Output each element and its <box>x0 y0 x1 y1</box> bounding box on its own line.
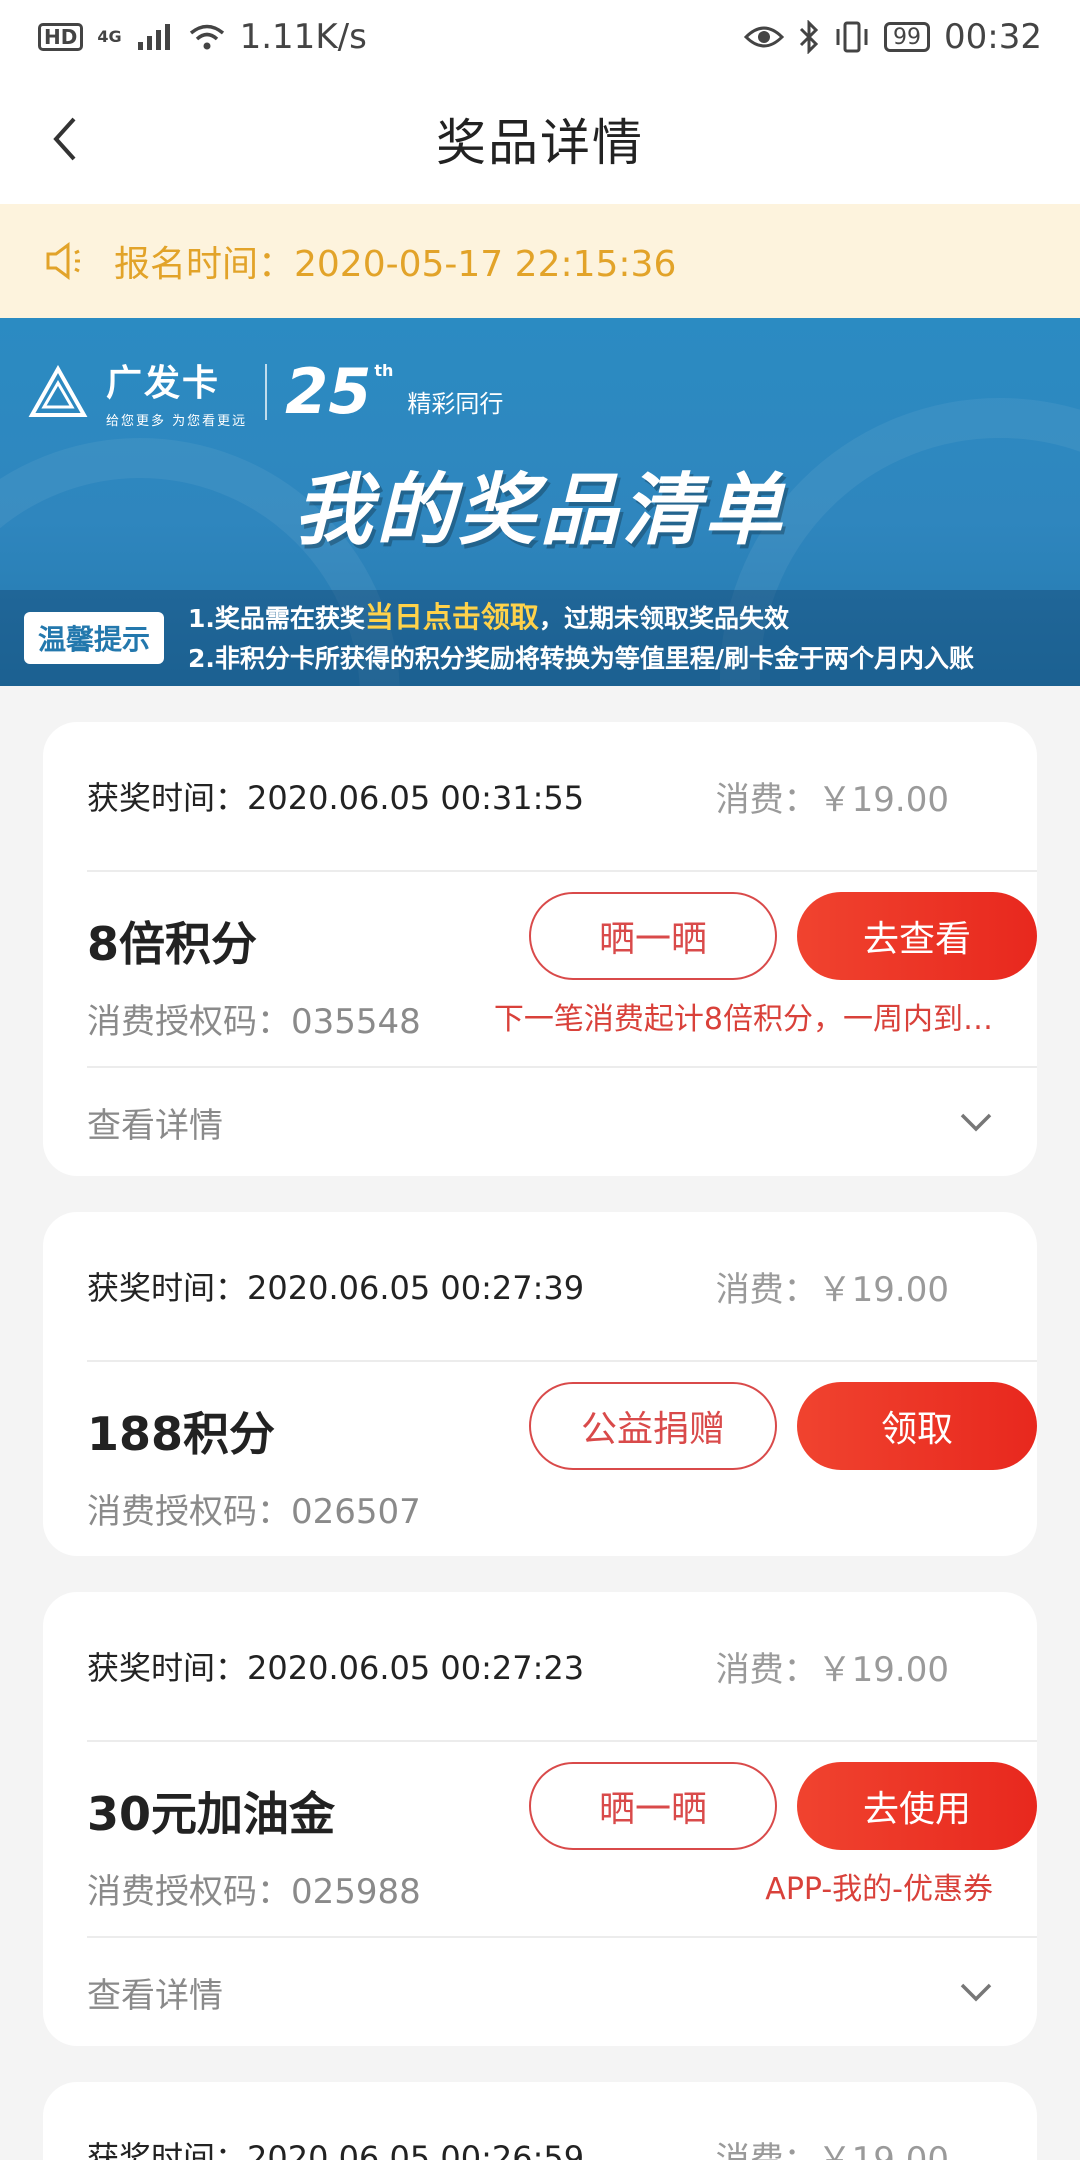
view-details-row[interactable]: 查看详情 <box>87 1066 1037 1176</box>
brand-slogan: 给您更多 为您看更远 <box>106 414 248 429</box>
view-button[interactable]: 去查看 <box>797 892 1037 980</box>
prize-card: 获奖时间：2020.06.05 00:26:59 消费：￥19.00 <box>43 2082 1037 2160</box>
tips-badge: 温馨提示 <box>24 612 165 664</box>
registration-notice: 报名时间：2020-05-17 22:15:36 <box>0 204 1080 318</box>
use-button[interactable]: 去使用 <box>797 1762 1037 1850</box>
page-title: 奖品详情 <box>436 114 644 172</box>
brand-text: 广发卡 给您更多 为您看更远 <box>106 354 247 429</box>
status-bar: HD 4G 1.11K/s 99 00:32 <box>0 0 1080 74</box>
chevron-down-icon[interactable] <box>959 1981 993 2003</box>
status-right: 99 00:32 <box>744 17 1042 57</box>
win-time: 获奖时间：2020.06.05 00:27:39 <box>87 1269 585 1307</box>
anniversary-sup: th <box>374 361 394 380</box>
battery-level: 99 <box>893 24 922 50</box>
spend-amount: 消费：￥19.00 <box>715 2139 949 2160</box>
tip1-highlight: 当日点击领取 <box>364 600 539 634</box>
tips-row: 温馨提示 1.奖品需在获奖当日点击领取，过期未领取奖品失效 2.非积分卡所获得的… <box>0 590 1080 686</box>
bluetooth-icon <box>799 20 819 54</box>
card-body: 188积分 消费授权码：026507 公益捐赠 领取 <box>87 1362 1037 1556</box>
anniversary-text: 精彩同行 <box>407 390 504 418</box>
prize-name: 188积分 <box>87 1407 276 1461</box>
win-time: 获奖时间：2020.06.05 00:27:23 <box>87 1649 585 1687</box>
eye-icon <box>744 26 785 48</box>
claim-button[interactable]: 领取 <box>797 1382 1037 1470</box>
card-header: 获奖时间：2020.06.05 00:26:59 消费：￥19.00 <box>87 2082 1037 2160</box>
auth-code: 消费授权码：025988 <box>87 1872 421 1912</box>
view-details-link[interactable]: 查看详情 <box>87 1098 223 1147</box>
spend-amount: 消费：￥19.00 <box>715 1649 949 1690</box>
win-time: 获奖时间：2020.06.05 00:31:55 <box>87 779 585 817</box>
view-details-row[interactable]: 查看详情 <box>87 1936 1037 2046</box>
share-button[interactable]: 晒一晒 <box>529 1762 777 1850</box>
prize-banner: 广发卡 给您更多 为您看更远 25th 精彩同行 我的奖品清单 温馨提示 1.奖… <box>0 318 1080 686</box>
share-button[interactable]: 晒一晒 <box>529 892 777 980</box>
brand-logo-row: 广发卡 给您更多 为您看更远 25th 精彩同行 <box>28 354 503 429</box>
tip-line-1: 1.奖品需在获奖当日点击领取，过期未领取奖品失效 <box>188 597 974 639</box>
nav-bar: 奖品详情 <box>0 74 1080 204</box>
status-left: HD 4G 1.11K/s <box>38 17 367 57</box>
card-header: 获奖时间：2020.06.05 00:27:39 消费：￥19.00 <box>87 1212 1037 1362</box>
card-header: 获奖时间：2020.06.05 00:27:23 消费：￥19.00 <box>87 1592 1037 1742</box>
back-arrow-icon <box>53 117 76 161</box>
tip1-prefix: 1.奖品需在获奖 <box>188 604 365 633</box>
win-time: 获奖时间：2020.06.05 00:26:59 <box>87 2139 585 2160</box>
chevron-down-icon[interactable] <box>959 1111 993 1133</box>
prize-note: APP-我的-优惠券 <box>765 1872 993 1907</box>
card-header: 获奖时间：2020.06.05 00:31:55 消费：￥19.00 <box>87 722 1037 872</box>
vibrate-icon <box>836 21 868 53</box>
prize-card: 获奖时间：2020.06.05 00:31:55 消费：￥19.00 8倍积分 … <box>43 722 1037 1176</box>
tips-lines: 1.奖品需在获奖当日点击领取，过期未领取奖品失效 2.非积分卡所获得的积分奖励将… <box>188 597 974 679</box>
spend-amount: 消费：￥19.00 <box>715 1269 949 1310</box>
brand-name: 广发卡 <box>106 363 221 404</box>
banner-title: 我的奖品清单 <box>293 466 786 556</box>
divider <box>265 363 268 420</box>
wifi-icon <box>189 24 224 50</box>
tip-line-2: 2.非积分卡所获得的积分奖励将转换为等值里程/刷卡金于两个月内入账 <box>188 644 975 673</box>
spend-amount: 消费：￥19.00 <box>715 779 949 820</box>
prize-name: 30元加油金 <box>87 1787 336 1841</box>
clock: 00:32 <box>944 17 1042 57</box>
brand-logo-icon <box>28 364 88 417</box>
network-speed: 1.11K/s <box>239 17 367 57</box>
view-details-link[interactable]: 查看详情 <box>87 1968 223 2017</box>
hd-icon: HD <box>38 23 84 51</box>
prize-card: 获奖时间：2020.06.05 00:27:39 消费：￥19.00 188积分… <box>43 1212 1037 1556</box>
speaker-icon <box>46 242 80 280</box>
anniversary-number: 25th <box>285 355 393 428</box>
card-body: 30元加油金 消费授权码：025988 晒一晒 去使用 APP-我的-优惠券 <box>87 1742 1037 1936</box>
donate-button[interactable]: 公益捐赠 <box>529 1382 777 1470</box>
auth-code: 消费授权码：035548 <box>87 1002 421 1042</box>
signal-icon <box>137 24 170 50</box>
prize-name: 8倍积分 <box>87 917 258 971</box>
prize-card: 获奖时间：2020.06.05 00:27:23 消费：￥19.00 30元加油… <box>43 1592 1037 2046</box>
back-button[interactable] <box>30 104 100 174</box>
prize-note: 下一笔消费起计8倍积分，一周内到… <box>493 1002 993 1037</box>
network-type: 4G <box>97 27 122 46</box>
anniversary-value: 25 <box>285 355 372 428</box>
tip1-suffix: ，过期未领取奖品失效 <box>538 604 789 633</box>
card-body: 8倍积分 消费授权码：035548 晒一晒 去查看 下一笔消费起计8倍积分，一周… <box>87 872 1037 1066</box>
auth-code: 消费授权码：026507 <box>87 1492 421 1532</box>
registration-time: 报名时间：2020-05-17 22:15:36 <box>114 244 677 285</box>
battery-icon: 99 <box>884 22 931 52</box>
